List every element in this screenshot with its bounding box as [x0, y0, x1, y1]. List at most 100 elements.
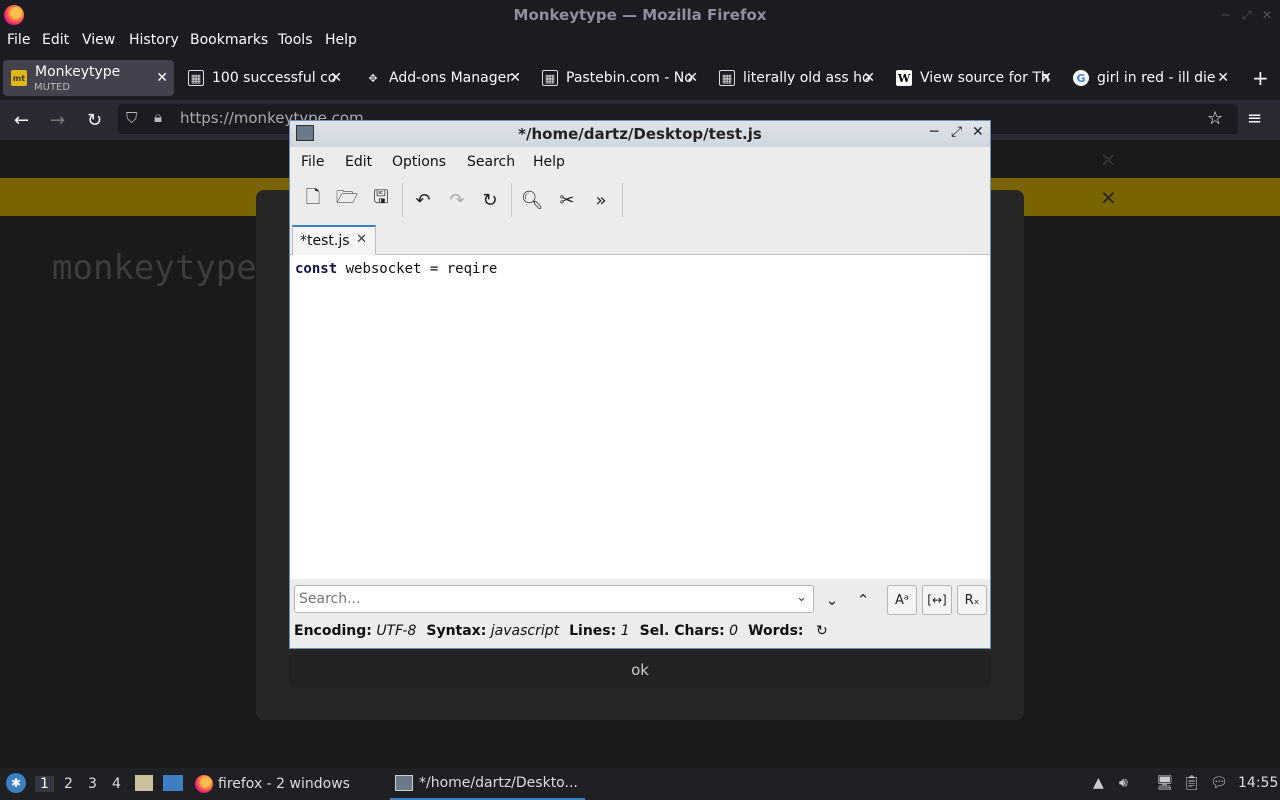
- show-desktop-icon[interactable]: [163, 775, 183, 791]
- notification-icon[interactable]: 💬︎: [1210, 775, 1228, 791]
- redo-icon[interactable]: ↷: [442, 185, 472, 215]
- find-next-icon[interactable]: ⌄: [817, 585, 847, 615]
- menu-file[interactable]: File: [7, 32, 30, 48]
- window-title: Monkeytype — Mozilla Firefox: [513, 6, 767, 24]
- tab-close-icon[interactable]: ✕: [686, 70, 698, 86]
- firefox-titlebar: Monkeytype — Mozilla Firefox ─ ⤢ ✕: [0, 0, 1280, 30]
- search-box[interactable]: ⌄: [294, 585, 814, 613]
- maximize-icon[interactable]: ⤢: [1242, 8, 1252, 23]
- tab-close-icon[interactable]: ✕: [330, 70, 342, 86]
- bookmark-star-icon[interactable]: ☆: [1207, 108, 1223, 129]
- editor-menu-help[interactable]: Help: [533, 154, 565, 170]
- search-input[interactable]: [299, 589, 779, 609]
- lines-label: Lines:: [569, 623, 617, 639]
- workspace-3[interactable]: 3: [88, 776, 97, 792]
- new-file-icon[interactable]: 🗋: [298, 185, 328, 215]
- find-previous-icon[interactable]: ⌃: [848, 585, 878, 615]
- workspace-2[interactable]: 2: [64, 776, 73, 792]
- start-menu-icon[interactable]: ✱: [6, 773, 26, 793]
- back-icon[interactable]: ←: [14, 110, 29, 131]
- editor-close-icon[interactable]: ✕: [972, 124, 984, 140]
- lock-icon[interactable]: 🔒︎: [154, 108, 162, 126]
- reload-icon[interactable]: ↻: [87, 110, 102, 131]
- taskbar-firefox-label: firefox - 2 windows: [218, 776, 350, 792]
- editor-minimize-icon[interactable]: ─: [930, 124, 938, 140]
- undo-icon[interactable]: ↶: [408, 185, 438, 215]
- tab-strip: mt Monkeytype MUTED ✕ ▦ 100 successful c…: [0, 56, 1280, 98]
- menu-view[interactable]: View: [82, 32, 115, 48]
- tab-7[interactable]: G girl in red - ill die ✕: [1065, 60, 1235, 96]
- match-case-icon[interactable]: Aᵃ: [887, 585, 917, 615]
- editor-icon: [395, 775, 413, 791]
- menu-history[interactable]: History: [129, 32, 179, 48]
- google-favicon-icon: G: [1073, 70, 1089, 86]
- taskbar-firefox[interactable]: firefox - 2 windows: [195, 768, 350, 800]
- volume-icon[interactable]: 🔊︎: [1119, 775, 1128, 791]
- clock[interactable]: 14:55: [1238, 775, 1278, 791]
- text-editor-window: */home/dartz/Desktop/test.js ─ ⤢ ✕ File …: [289, 120, 991, 649]
- tab-close-icon[interactable]: ✕: [1217, 70, 1229, 86]
- menu-edit[interactable]: Edit: [42, 32, 69, 48]
- close-icon[interactable]: ✕: [1262, 8, 1272, 22]
- encoding-value: UTF-8: [376, 623, 417, 639]
- whole-word-icon[interactable]: [↔]: [922, 585, 952, 615]
- taskbar-editor-label: */home/dartz/Deskto...: [419, 775, 578, 791]
- page-close-icon[interactable]: ✕: [1100, 148, 1117, 172]
- tab-close-icon[interactable]: ✕: [863, 70, 875, 86]
- tab-label: literally old ass ho: [743, 70, 871, 86]
- tab-4[interactable]: ▦ Pastebin.com - No ✕: [534, 60, 704, 96]
- editor-tab-close-icon[interactable]: ✕: [356, 232, 367, 247]
- reload-file-icon[interactable]: ↻: [475, 185, 505, 215]
- open-folder-icon[interactable]: 🗁: [332, 185, 362, 215]
- find-icon[interactable]: 🔍︎: [517, 185, 547, 215]
- syntax-value: javascript: [490, 623, 560, 639]
- tray-up-icon[interactable]: ▲: [1093, 775, 1104, 791]
- chevron-down-icon[interactable]: ⌄: [796, 590, 807, 605]
- editor-tabbar: *test.js ✕: [290, 225, 990, 255]
- tab-3[interactable]: ✥ Add-ons Manager ✕: [357, 60, 527, 96]
- workspace-1[interactable]: 1: [35, 776, 54, 792]
- go-to-icon[interactable]: »: [586, 185, 616, 215]
- tab-5[interactable]: ▦ literally old ass ho ✕: [711, 60, 881, 96]
- refresh-word-count-icon[interactable]: ↻: [816, 623, 828, 639]
- words-label: Words:: [748, 623, 804, 639]
- tab-close-icon[interactable]: ✕: [156, 70, 168, 86]
- editor-menu-edit[interactable]: Edit: [345, 154, 372, 170]
- tab-2[interactable]: ▦ 100 successful co ✕: [180, 60, 348, 96]
- tab-close-icon[interactable]: ✕: [1040, 70, 1052, 86]
- save-icon[interactable]: 🖫: [366, 185, 396, 215]
- grid-favicon-icon: ▦: [719, 70, 735, 86]
- menu-help[interactable]: Help: [325, 32, 357, 48]
- editor-tab-test-js[interactable]: *test.js ✕: [292, 225, 376, 255]
- tab-monkeytype[interactable]: mt Monkeytype MUTED ✕: [3, 60, 174, 96]
- regex-icon[interactable]: Rₓ: [957, 585, 987, 615]
- editor-text-area[interactable]: const websocket = reqire: [290, 255, 990, 579]
- code-line[interactable]: const websocket = reqire: [295, 261, 497, 277]
- new-tab-icon[interactable]: +: [1252, 66, 1269, 90]
- shield-icon[interactable]: ⛉: [126, 109, 137, 127]
- editor-menu-file[interactable]: File: [301, 154, 324, 170]
- forward-icon[interactable]: →: [50, 110, 65, 131]
- menu-tools[interactable]: Tools: [278, 32, 313, 48]
- minimize-icon[interactable]: ─: [1222, 8, 1229, 22]
- find-replace-icon[interactable]: ✂: [552, 185, 582, 215]
- clipboard-icon[interactable]: 📋︎: [1183, 775, 1201, 791]
- workspace-4[interactable]: 4: [112, 776, 121, 792]
- editor-statusbar: Encoding: UTF-8 Syntax: javascript Lines: …: [294, 623, 990, 643]
- tab-close-icon[interactable]: ✕: [509, 70, 521, 86]
- menu-bookmarks[interactable]: Bookmarks: [190, 32, 268, 48]
- editor-title: */home/dartz/Desktop/test.js: [518, 125, 762, 143]
- hamburger-menu-icon[interactable]: ≡: [1247, 108, 1262, 129]
- tab-label: View source for Th: [920, 70, 1050, 86]
- network-icon[interactable]: 🖥︎: [1156, 775, 1174, 791]
- taskbar-editor[interactable]: */home/dartz/Deskto...: [390, 768, 585, 800]
- file-manager-icon[interactable]: [135, 775, 153, 791]
- tab-label: Pastebin.com - No: [566, 70, 693, 86]
- selchars-value: 0: [729, 623, 739, 639]
- tab-6[interactable]: W View source for Th ✕: [888, 60, 1058, 96]
- editor-menu-options[interactable]: Options: [392, 154, 446, 170]
- editor-maximize-icon[interactable]: ⤢: [951, 124, 962, 140]
- editor-menu-search[interactable]: Search: [467, 154, 515, 170]
- modal-ok-button[interactable]: ok: [289, 652, 991, 688]
- banner-close-icon[interactable]: ✕: [1100, 186, 1117, 210]
